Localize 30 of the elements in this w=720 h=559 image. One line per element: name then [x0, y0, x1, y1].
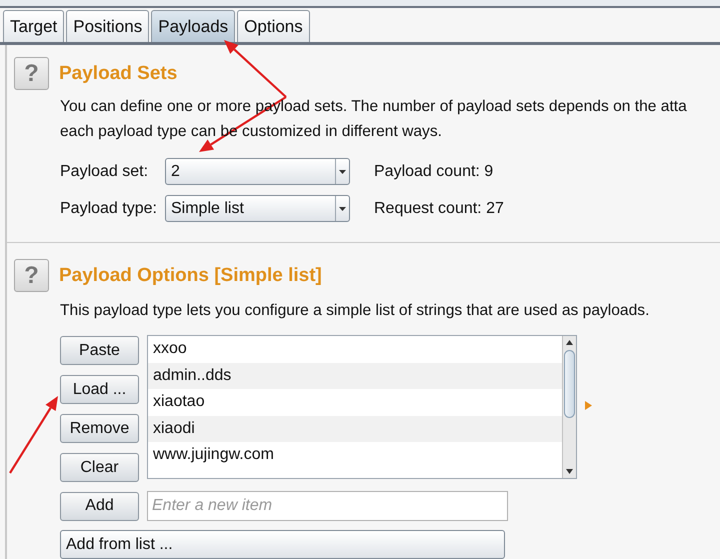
scrollbar[interactable]: [562, 336, 576, 478]
tab[interactable]: Target: [3, 10, 64, 42]
description-text: This payload type lets you configure a simple list of strings that are used as payloads.: [60, 301, 650, 321]
list-item[interactable]: xiaodi: [148, 416, 562, 442]
list-button[interactable]: Remove: [60, 414, 139, 443]
dropdown[interactable]: Simple list: [165, 195, 350, 222]
list-button[interactable]: Load ...: [60, 375, 139, 404]
list-button[interactable]: Paste: [60, 336, 139, 365]
list-button[interactable]: Clear: [60, 453, 139, 482]
caret-icon: [339, 170, 346, 174]
list-item[interactable]: admin..dds: [148, 362, 562, 389]
field-label: Payload type:: [60, 200, 158, 218]
tab[interactable]: Options: [237, 10, 310, 42]
annotation-arrow: [224, 40, 287, 98]
help-icon[interactable]: ?: [14, 259, 49, 292]
dropdown[interactable]: 2: [165, 158, 350, 185]
count-text: Payload count: 9: [374, 162, 494, 180]
tab[interactable]: Positions: [66, 10, 150, 42]
field-label: Payload set:: [60, 162, 150, 180]
section-title: Payload Sets: [59, 62, 178, 84]
tab[interactable]: Payloads: [151, 10, 236, 42]
help-icon[interactable]: ?: [14, 57, 49, 90]
add-button[interactable]: Add: [60, 492, 139, 520]
section-title: Payload Options [Simple list]: [59, 264, 322, 286]
scroll-down-icon[interactable]: [566, 467, 573, 475]
count-text: Request count: 27: [374, 200, 504, 218]
scroll-up-icon[interactable]: [566, 339, 573, 347]
new-item-field[interactable]: Enter a new item: [147, 491, 508, 521]
caret-icon: [339, 206, 346, 210]
add-from-list-dropdown[interactable]: Add from list ...: [60, 530, 505, 559]
